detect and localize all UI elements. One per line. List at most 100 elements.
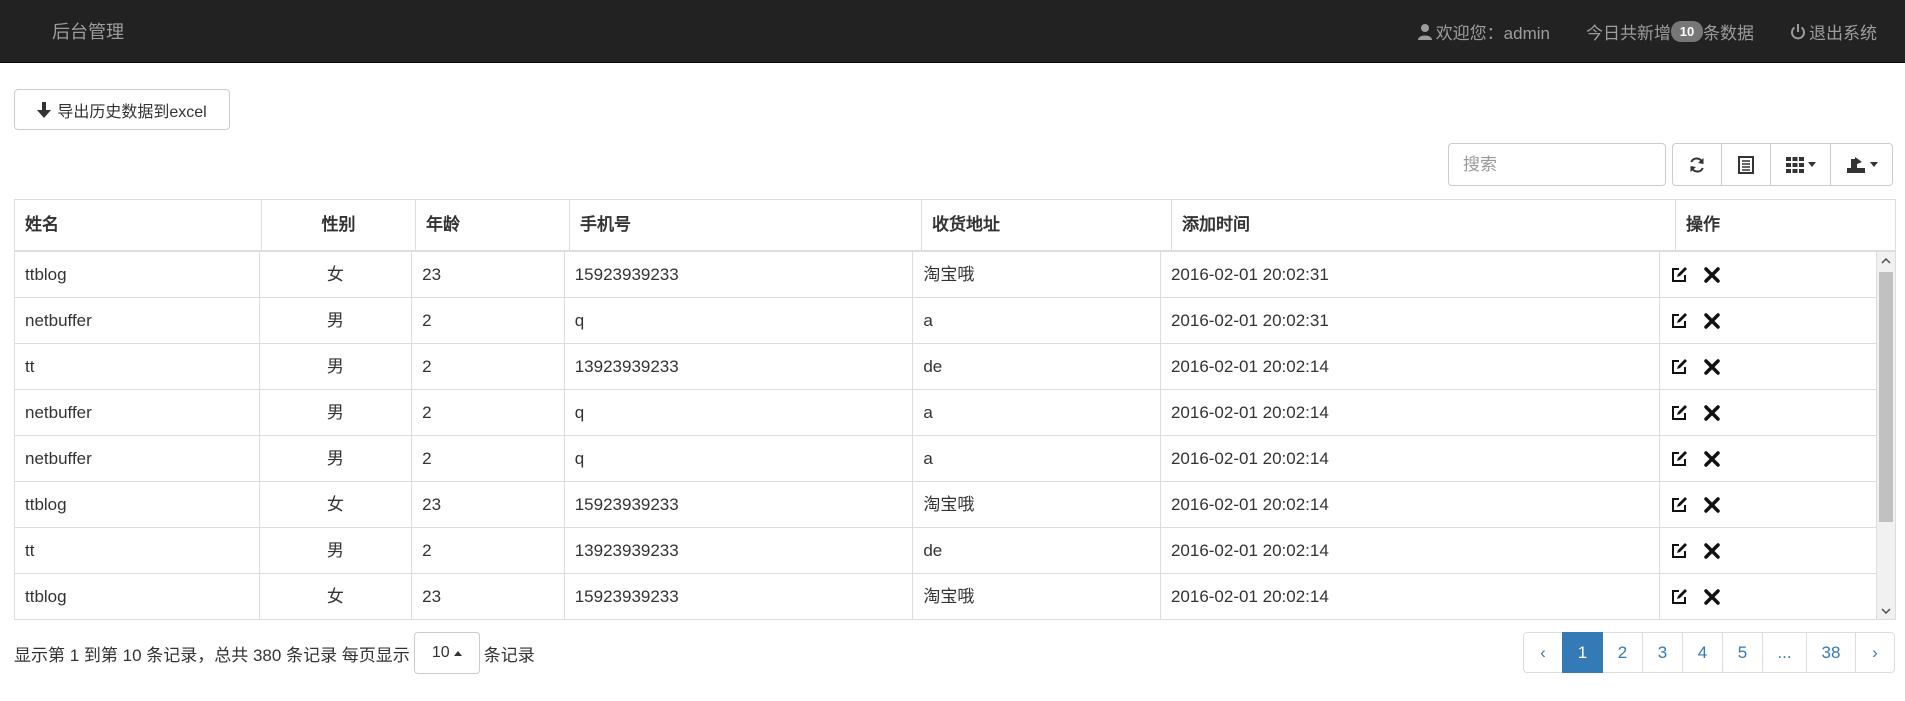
page-size-value: 10 — [431, 644, 450, 661]
scroll-up-arrow[interactable] — [1877, 252, 1895, 269]
edit-icon[interactable] — [1670, 588, 1688, 606]
table-row[interactable]: ttblog 女 23 15923939233 淘宝哦 2016-02-01 20:02:… — [15, 574, 1877, 619]
download-arrow-icon — [37, 101, 52, 118]
cell-added-time: 2016-02-01 20:02:14 — [1161, 528, 1661, 573]
cell-added-time: 2016-02-01 20:02:14 — [1161, 482, 1661, 527]
cell-gender: 男 — [260, 390, 413, 435]
close-icon — [1704, 404, 1720, 421]
cell-added-time: 2016-02-01 20:02:14 — [1161, 574, 1661, 619]
cell-name: netbuffer — [15, 390, 260, 435]
cell-address: 淘宝哦 — [913, 574, 1161, 619]
cell-address: de — [913, 528, 1161, 573]
page-size-dropdown[interactable]: 10 — [413, 632, 480, 674]
table-row[interactable]: ttblog 女 23 15923939233 淘宝哦 2016-02-01 20:02:… — [15, 252, 1877, 298]
delete-icon[interactable] — [1704, 312, 1720, 329]
column-header-added-time[interactable]: 添加时间 — [1172, 200, 1676, 250]
column-header-age[interactable]: 年龄 — [416, 200, 570, 250]
table-row[interactable]: netbuffer 男 2 q a 2016-02-01 20:02:14 — [15, 436, 1877, 482]
export-excel-button[interactable]: 导出历史数据到excel — [14, 89, 230, 130]
edit-icon[interactable] — [1670, 542, 1688, 560]
cell-actions — [1660, 482, 1877, 527]
close-icon — [1704, 312, 1720, 329]
columns-dropdown-button[interactable] — [1770, 143, 1831, 186]
top-navbar: 后台管理 欢迎您：admin 今日共新增 10 条数据 退出系统 — [0, 0, 1905, 63]
table-toolbar — [1672, 143, 1893, 186]
edit-icon-svg — [1672, 404, 1688, 420]
delete-icon[interactable] — [1704, 588, 1720, 605]
column-header-name[interactable]: 姓名 — [15, 200, 262, 250]
cell-actions — [1660, 298, 1877, 343]
edit-icon[interactable] — [1670, 358, 1688, 376]
toggle-view-button[interactable] — [1721, 143, 1771, 186]
edit-icon[interactable] — [1670, 404, 1688, 422]
pagination-page-5[interactable]: 5 — [1722, 632, 1763, 673]
logout-link[interactable]: 退出系统 — [1790, 19, 1877, 44]
pagination-page-1[interactable]: 1 — [1562, 632, 1603, 673]
pagination-info-prefix: 显示第 1 到第 10 条记录，总共 380 条记录 每页显示 — [14, 645, 410, 665]
close-icon — [1704, 496, 1720, 513]
close-icon — [1704, 450, 1720, 467]
columns-icon — [1785, 156, 1804, 173]
table-body: ttblog 女 23 15923939233 淘宝哦 2016-02-01 20:02:… — [15, 252, 1877, 619]
cell-gender: 女 — [260, 252, 413, 297]
refresh-button[interactable] — [1672, 143, 1722, 186]
pagination-page-38[interactable]: 38 — [1806, 632, 1856, 673]
pagination-info-suffix: 条记录 — [483, 645, 535, 665]
edit-icon[interactable] — [1670, 450, 1688, 468]
cell-age: 2 — [412, 344, 565, 389]
search-input[interactable] — [1448, 143, 1666, 186]
cell-actions — [1660, 344, 1877, 389]
cell-age: 2 — [412, 528, 565, 573]
chevron-down-icon — [1869, 162, 1878, 167]
chevron-down-icon — [1881, 607, 1891, 614]
column-header-address[interactable]: 收货地址 — [922, 200, 1172, 250]
cell-gender: 男 — [260, 344, 413, 389]
scroll-down-arrow[interactable] — [1877, 602, 1895, 619]
pagination-page-4[interactable]: 4 — [1682, 632, 1723, 673]
pagination-prev[interactable]: ‹ — [1523, 632, 1563, 673]
table-row[interactable]: tt 男 2 13923939233 de 2016-02-01 20:02:14 — [15, 344, 1877, 390]
pagination-ellipsis: ... — [1762, 632, 1807, 673]
refresh-icon — [1690, 156, 1704, 173]
table-scrollbar[interactable] — [1877, 252, 1895, 619]
pagination-page-3[interactable]: 3 — [1642, 632, 1683, 673]
table-row[interactable]: ttblog 女 23 15923939233 淘宝哦 2016-02-01 20:02:… — [15, 482, 1877, 528]
delete-icon[interactable] — [1704, 542, 1720, 559]
cell-name: ttblog — [15, 252, 260, 297]
delete-icon[interactable] — [1704, 496, 1720, 513]
cell-actions — [1660, 390, 1877, 435]
scrollbar-thumb[interactable] — [1879, 272, 1893, 522]
cell-address: 淘宝哦 — [913, 482, 1161, 527]
pagination-page-2[interactable]: 2 — [1602, 632, 1643, 673]
cell-name: tt — [15, 528, 260, 573]
table-row[interactable]: tt 男 2 13923939233 de 2016-02-01 20:02:14 — [15, 528, 1877, 574]
cell-name: ttblog — [15, 574, 260, 619]
edit-icon[interactable] — [1670, 312, 1688, 330]
cell-gender: 女 — [260, 574, 413, 619]
cell-added-time: 2016-02-01 20:02:14 — [1161, 344, 1661, 389]
cell-name: netbuffer — [15, 436, 260, 481]
column-header-phone[interactable]: 手机号 — [570, 200, 922, 250]
delete-icon[interactable] — [1704, 404, 1720, 421]
today-new-count[interactable]: 今日共新增 10 条数据 — [1586, 19, 1754, 44]
delete-icon[interactable] — [1704, 450, 1720, 467]
export-dropdown-button[interactable] — [1830, 143, 1893, 186]
cell-actions — [1660, 574, 1877, 619]
edit-icon-svg — [1672, 266, 1688, 282]
cell-address: a — [913, 436, 1161, 481]
today-prefix: 今日共新增 — [1586, 23, 1671, 43]
cell-gender: 女 — [260, 482, 413, 527]
cell-added-time: 2016-02-01 20:02:31 — [1161, 298, 1661, 343]
table-row[interactable]: netbuffer 男 2 q a 2016-02-01 20:02:31 — [15, 298, 1877, 344]
table-row[interactable]: netbuffer 男 2 q a 2016-02-01 20:02:14 — [15, 390, 1877, 436]
edit-icon[interactable] — [1670, 496, 1688, 514]
column-header-gender[interactable]: 性别 — [262, 200, 416, 250]
pagination-next[interactable]: › — [1855, 632, 1895, 673]
power-icon — [1791, 23, 1805, 39]
welcome-user[interactable]: 欢迎您：admin — [1417, 19, 1550, 44]
edit-icon[interactable] — [1670, 266, 1688, 284]
delete-icon[interactable] — [1704, 358, 1720, 375]
delete-icon[interactable] — [1704, 266, 1720, 283]
cell-actions — [1660, 252, 1877, 297]
brand-title[interactable]: 后台管理 — [52, 18, 124, 44]
